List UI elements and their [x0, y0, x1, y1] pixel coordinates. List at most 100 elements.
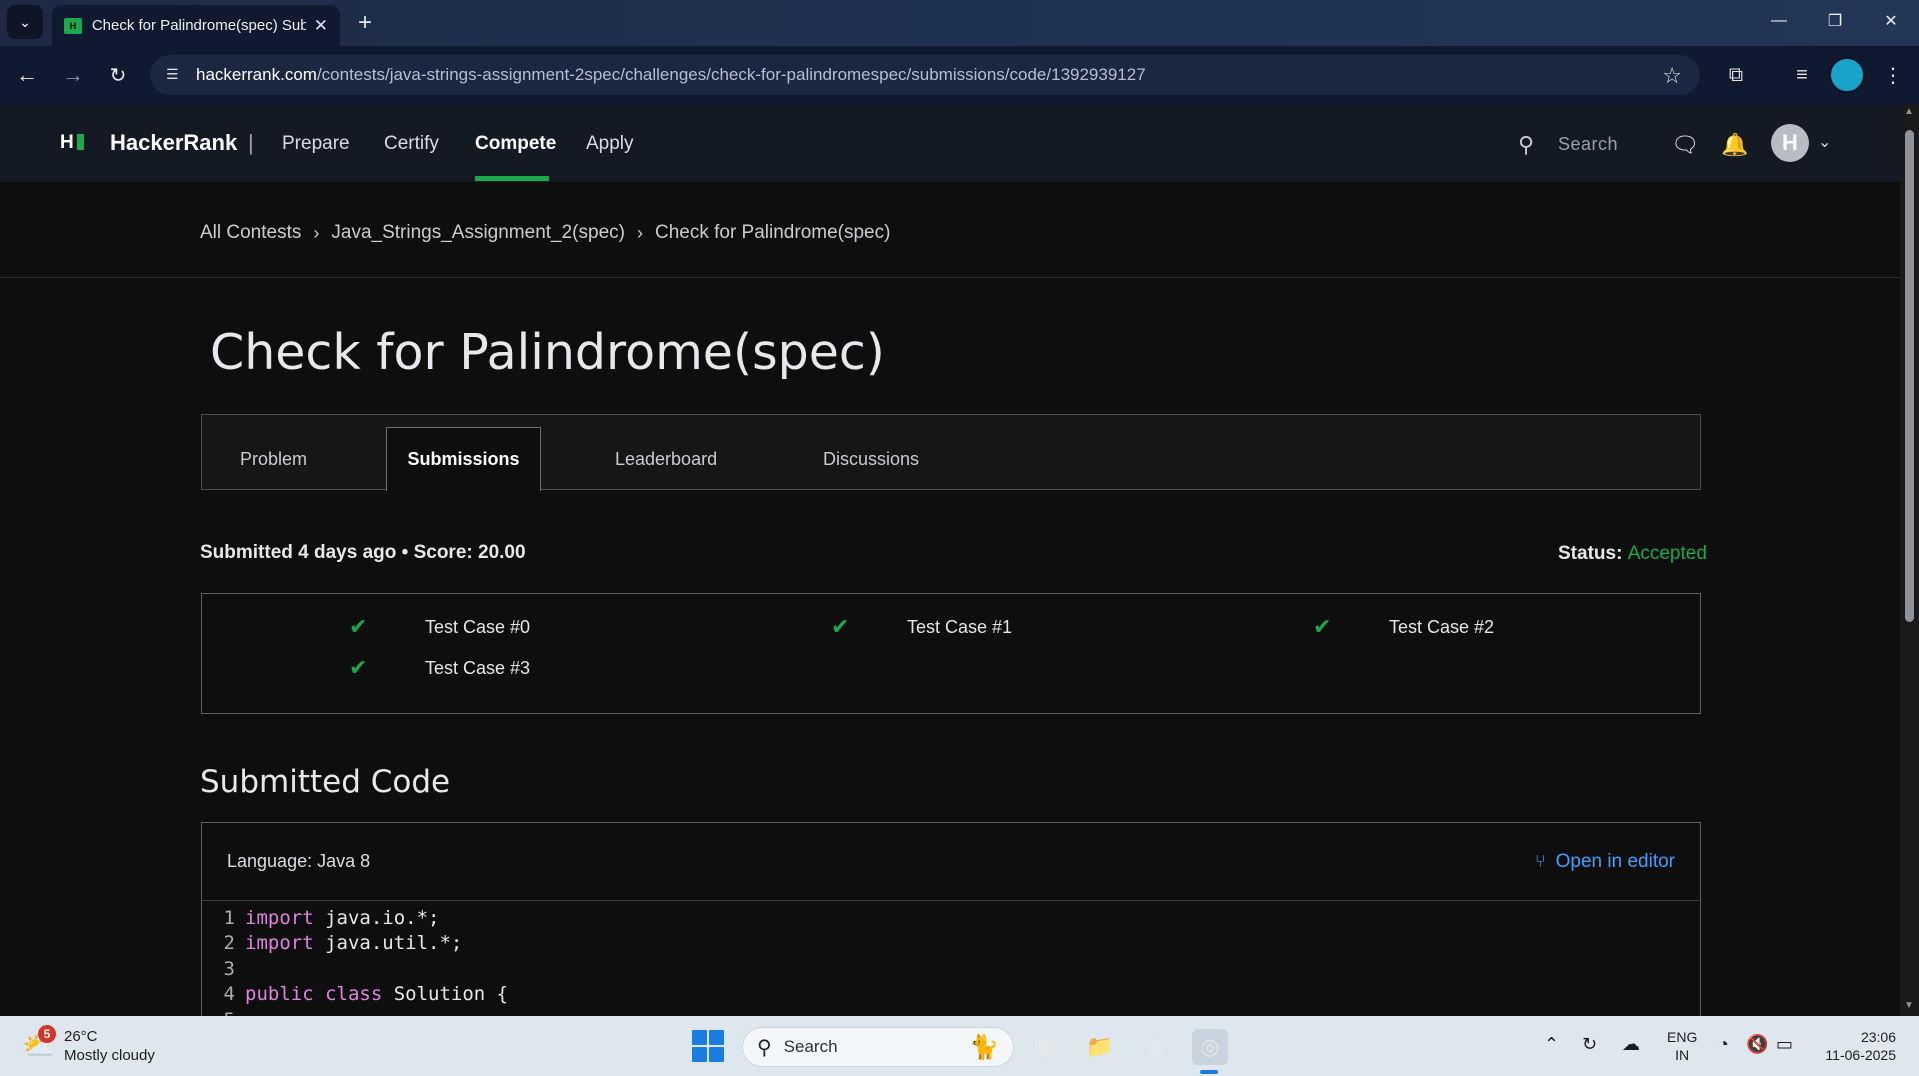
open-in-editor-link[interactable]: ⑂ Open in editor — [1535, 851, 1675, 873]
scroll-down-arrow-icon[interactable]: ▼ — [1904, 1000, 1914, 1011]
breadcrumb-challenge[interactable]: Check for Palindrome(spec) — [655, 222, 890, 244]
wifi-icon[interactable]: ◔ — [1718, 1034, 1729, 1055]
forward-button[interactable]: → — [56, 58, 90, 92]
region-code: IN — [1675, 1047, 1690, 1063]
code-viewer[interactable]: 1 import java.io.*; 2 import java.util.*… — [202, 901, 1700, 1021]
check-icon: ✔ — [349, 655, 368, 680]
search-icon[interactable]: ⚲ — [1518, 132, 1534, 158]
browser-tab[interactable]: H Check for Palindrome(spec) Sub ✕ — [52, 5, 340, 46]
chrome-icon[interactable]: ◎ — [1192, 1029, 1228, 1065]
line-number: 1 — [223, 906, 235, 929]
test-case-panel: ✔ Test Case #0 ✔ Test Case #1 ✔ Test Cas… — [201, 593, 1701, 714]
nav-apply[interactable]: Apply — [586, 133, 634, 155]
active-nav-indicator — [475, 176, 549, 181]
code-line: 1 import java.io.*; — [202, 905, 1700, 931]
submission-meta: Submitted 4 days ago • Score: 20.00 — [200, 542, 526, 563]
minimize-button[interactable]: — — [1751, 0, 1807, 42]
search-input[interactable]: Search — [1558, 134, 1618, 155]
system-clock[interactable]: 23:06 11-06-2025 — [1818, 1028, 1896, 1064]
language-code: ENG — [1667, 1029, 1698, 1045]
url-host: hackerrank.com — [196, 65, 317, 84]
user-avatar[interactable]: H — [1771, 124, 1809, 162]
nav-compete[interactable]: Compete — [475, 133, 556, 155]
nav-prepare[interactable]: Prepare — [282, 133, 350, 155]
test-case-label: Test Case #0 — [425, 616, 531, 637]
test-case-item[interactable]: ✔ Test Case #1 — [831, 614, 1012, 640]
code-keyword: import — [245, 932, 314, 955]
notifications-bell-icon[interactable]: 🔔 — [1720, 130, 1750, 160]
browser-toolbar: ← → ↻ ☰ hackerrank.com/contests/java-str… — [0, 46, 1919, 104]
extensions-icon[interactable]: ⧉ — [1720, 59, 1752, 91]
taskbar-search-placeholder: Search — [783, 1037, 838, 1056]
messages-icon[interactable]: 🗨 — [1670, 130, 1700, 160]
code-text: java.io.*; — [313, 906, 440, 929]
cloud-offline-icon[interactable]: ☁ — [1622, 1034, 1640, 1055]
line-number: 4 — [223, 983, 235, 1006]
task-view-icon[interactable]: ▣ — [1026, 1029, 1062, 1065]
code-panel-header: Language: Java 8 ⑂ Open in editor — [202, 823, 1700, 901]
bookmark-star-icon[interactable]: ☆ — [1662, 63, 1682, 89]
battery-icon[interactable]: ▭ — [1776, 1034, 1793, 1055]
code-line: 4 public class Solution { — [202, 982, 1700, 1008]
submission-status: Status: Accepted — [1558, 543, 1707, 565]
test-case-label: Test Case #1 — [907, 616, 1013, 637]
test-case-item[interactable]: ✔ Test Case #3 — [349, 655, 530, 681]
windows-taskbar: ⛅ 5 26°C Mostly cloudy ⚲ Search 🐈 ▣ 📁 ❀ … — [0, 1016, 1919, 1076]
tab-leaderboard[interactable]: Leaderboard — [615, 427, 717, 491]
open-in-editor-label: Open in editor — [1555, 850, 1675, 872]
nav-certify[interactable]: Certify — [384, 133, 439, 155]
site-info-icon[interactable]: ☰ — [166, 66, 184, 84]
page-title: Check for Palindrome(spec) — [210, 324, 885, 381]
chevron-down-icon: ⌄ — [19, 13, 31, 30]
page-scrollbar[interactable]: ▲ ▼ — [1900, 104, 1919, 1016]
media-control-icon[interactable]: ≡ — [1786, 59, 1818, 91]
restore-button[interactable]: ❐ — [1807, 0, 1863, 42]
weather-alert-badge: 5 — [38, 1025, 56, 1043]
scroll-up-arrow-icon[interactable]: ▲ — [1904, 106, 1914, 117]
chevron-up-icon[interactable]: ⌃ — [1544, 1034, 1559, 1055]
breadcrumb-all-contests[interactable]: All Contests — [200, 222, 301, 244]
test-case-item[interactable]: ✔ Test Case #0 — [349, 614, 530, 640]
tab-search-button[interactable]: ⌄ — [7, 5, 43, 39]
code-line: 2 import java.util.*; — [202, 931, 1700, 957]
reload-button[interactable]: ↻ — [101, 58, 135, 92]
tab-discussions[interactable]: Discussions — [823, 427, 919, 491]
taskbar-search[interactable]: ⚲ Search 🐈 — [742, 1027, 1014, 1067]
clock-date: 11-06-2025 — [1825, 1047, 1896, 1063]
tab-problem[interactable]: Problem — [240, 427, 307, 491]
hackerrank-logo-icon[interactable]: H — [60, 132, 86, 153]
tab-submissions[interactable]: Submissions — [386, 427, 541, 491]
scrollbar-thumb[interactable] — [1905, 130, 1914, 622]
back-button[interactable]: ← — [10, 58, 44, 92]
test-case-item[interactable]: ✔ Test Case #2 — [1313, 614, 1494, 640]
brand-name[interactable]: HackerRank — [110, 130, 237, 156]
status-label: Status: — [1558, 543, 1623, 564]
line-number: 3 — [223, 957, 235, 980]
file-explorer-icon[interactable]: 📁 — [1082, 1029, 1118, 1065]
weather-condition: Mostly cloudy — [64, 1047, 155, 1064]
status-badge: Accepted — [1627, 543, 1707, 564]
test-case-label: Test Case #3 — [425, 657, 531, 678]
browser-titlebar: ⌄ H Check for Palindrome(spec) Sub ✕ + —… — [0, 0, 1919, 46]
branch-icon: ⑂ — [1534, 851, 1546, 871]
input-language[interactable]: ENG IN — [1667, 1028, 1697, 1064]
sync-icon[interactable]: ↻ — [1582, 1034, 1597, 1055]
copilot-icon[interactable]: ❀ — [1138, 1029, 1174, 1065]
volume-muted-icon[interactable]: 🔇 — [1746, 1034, 1768, 1055]
weather-widget[interactable]: ⛅ 5 26°C Mostly cloudy — [22, 1025, 155, 1065]
check-icon: ✔ — [831, 614, 850, 639]
browser-profile-avatar[interactable] — [1828, 56, 1866, 94]
header-separator: | — [248, 130, 254, 155]
breadcrumb-band: All Contests › Java_Strings_Assignment_2… — [0, 182, 1900, 278]
url-path: /contests/java-strings-assignment-2spec/… — [316, 65, 1146, 84]
start-button[interactable] — [692, 1030, 724, 1062]
close-window-button[interactable]: ✕ — [1863, 0, 1919, 42]
code-text: java.util.*; — [313, 932, 463, 955]
chevron-down-icon[interactable]: ⌄ — [1818, 132, 1831, 152]
new-tab-button[interactable]: + — [350, 8, 380, 38]
tab-close-icon[interactable]: ✕ — [314, 16, 328, 36]
browser-menu-icon[interactable]: ⋮ — [1877, 59, 1909, 91]
breadcrumb-contest[interactable]: Java_Strings_Assignment_2(spec) — [331, 222, 625, 244]
search-highlight-icon: 🐈 — [969, 1033, 999, 1061]
address-bar[interactable]: ☰ hackerrank.com/contests/java-strings-a… — [150, 55, 1700, 95]
